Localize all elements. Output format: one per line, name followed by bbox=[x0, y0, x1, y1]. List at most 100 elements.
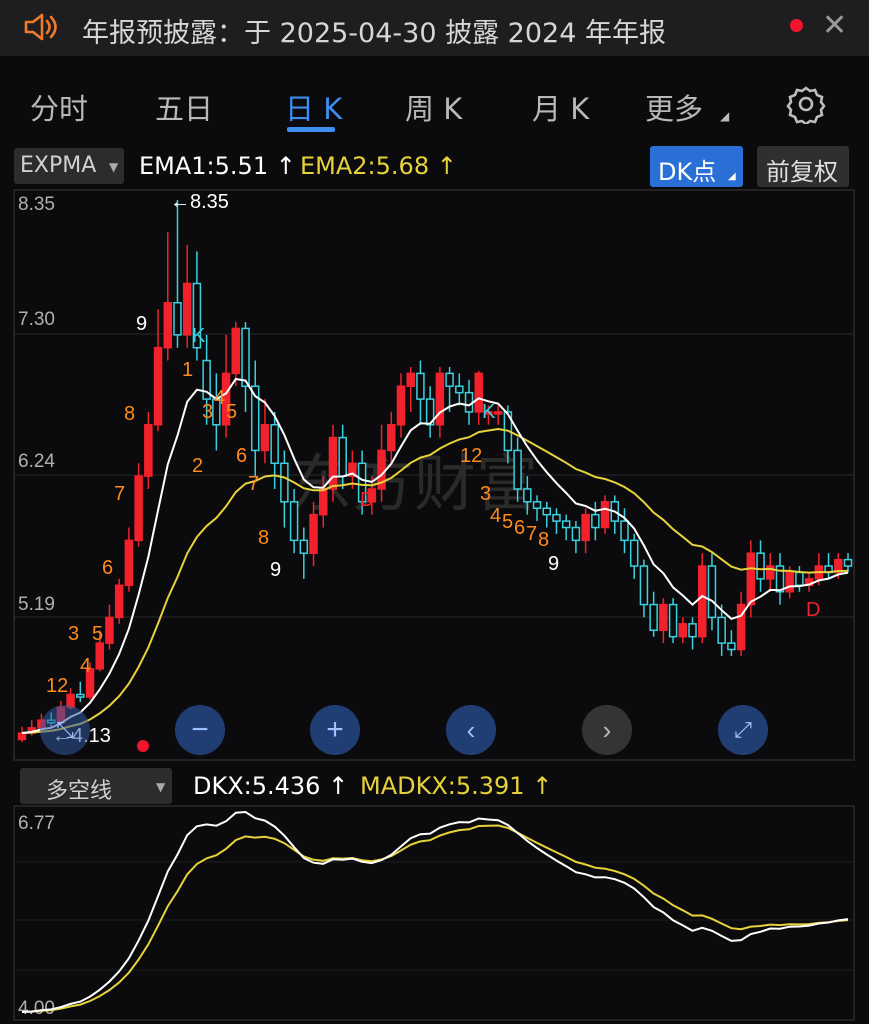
signal-marker: 4 bbox=[214, 387, 225, 409]
candle-body bbox=[338, 436, 347, 477]
candle-body bbox=[717, 616, 726, 644]
candle-body bbox=[445, 372, 454, 387]
candle-body bbox=[396, 385, 406, 426]
signal-marker: D bbox=[360, 489, 374, 511]
signal-marker: 8 bbox=[124, 403, 135, 425]
candle-body bbox=[629, 539, 639, 567]
y-tick-label: 8.35 bbox=[18, 194, 55, 215]
candle-body bbox=[105, 616, 114, 644]
chevron-left-icon: ‹ bbox=[466, 714, 476, 745]
signal-marker: 6 bbox=[102, 557, 113, 579]
candle-body bbox=[727, 642, 736, 651]
signal-marker: 12 bbox=[460, 445, 482, 467]
signal-marker: 2 bbox=[192, 455, 203, 477]
candle-body bbox=[416, 372, 425, 400]
signal-marker: D bbox=[806, 599, 820, 621]
candle-body bbox=[785, 571, 794, 593]
signal-marker: 7 bbox=[248, 473, 259, 495]
signal-marker: 7 bbox=[526, 523, 537, 545]
signal-marker: K bbox=[192, 325, 206, 347]
signal-marker: 5 bbox=[226, 401, 237, 423]
high-annotation: ←8.35 bbox=[170, 191, 229, 213]
signal-marker: 8 bbox=[538, 529, 549, 551]
candle-body bbox=[124, 539, 134, 587]
candle-body bbox=[688, 623, 697, 638]
collapse-button[interactable]: ⤡ bbox=[40, 705, 90, 755]
candle-body bbox=[561, 520, 571, 529]
candle-body bbox=[182, 282, 192, 336]
signal-marker: 9 bbox=[548, 553, 559, 575]
candle-body bbox=[163, 301, 173, 349]
sub-indicator-label: 多空线 bbox=[46, 779, 113, 804]
y-tick-label: 7.30 bbox=[18, 309, 55, 330]
candle-body bbox=[280, 462, 289, 503]
candle-body bbox=[639, 565, 649, 606]
candle-body bbox=[542, 507, 552, 516]
madkx-legend: MADKX:5.391 ↑ bbox=[360, 772, 553, 800]
candle-body bbox=[571, 526, 581, 542]
scroll-right-button[interactable]: › bbox=[582, 705, 632, 755]
signal-marker: 4 bbox=[80, 655, 91, 677]
candle-body bbox=[581, 513, 590, 542]
candle-body bbox=[697, 565, 707, 638]
candle-body bbox=[600, 501, 610, 529]
arrows-in-icon: ⤡ bbox=[56, 717, 74, 742]
current-dot bbox=[137, 740, 149, 752]
candle-body bbox=[114, 584, 124, 619]
candle-body bbox=[270, 424, 279, 465]
signal-marker: 4 bbox=[490, 505, 501, 527]
y-tick-label: 5.19 bbox=[18, 594, 55, 615]
candle-body bbox=[620, 520, 629, 542]
lower-y-tick: 6.77 bbox=[18, 813, 55, 834]
candle-body bbox=[591, 513, 600, 529]
candle-body bbox=[843, 558, 853, 567]
candle-body bbox=[746, 552, 756, 606]
scroll-left-button[interactable]: ‹ bbox=[446, 705, 496, 755]
candle-body bbox=[231, 327, 241, 375]
signal-marker: 5 bbox=[502, 511, 513, 533]
signal-marker: 6 bbox=[514, 517, 525, 539]
madkx-line bbox=[21, 824, 849, 1013]
candle-body bbox=[659, 603, 668, 632]
fullscreen-button[interactable]: ⤢ bbox=[718, 705, 768, 755]
candle-body bbox=[289, 501, 299, 542]
signal-marker: 9 bbox=[270, 559, 281, 581]
signal-marker: 3 bbox=[68, 623, 79, 645]
kline-chart[interactable]: 东方财富 8.35 7.30 6.24 5.19 1234567891K2345… bbox=[0, 0, 869, 1024]
candle-body bbox=[455, 385, 464, 394]
candle-body bbox=[134, 475, 143, 542]
candle-body bbox=[649, 603, 658, 632]
candle-body bbox=[95, 642, 104, 670]
candle-body bbox=[532, 501, 542, 509]
signal-marker: 7 bbox=[114, 483, 125, 505]
y-tick-label: 6.24 bbox=[18, 451, 55, 472]
candle-body bbox=[309, 513, 318, 554]
candle-body bbox=[76, 693, 85, 698]
candle-body bbox=[173, 301, 182, 336]
candle-body bbox=[523, 488, 532, 503]
dkx-legend: DKX:5.436 ↑ bbox=[193, 772, 349, 800]
expand-icon: ⤢ bbox=[734, 717, 752, 742]
candle-body bbox=[552, 513, 561, 522]
candle-body bbox=[299, 539, 309, 554]
chevron-down-icon: ▼ bbox=[156, 780, 166, 794]
sub-indicator-dropdown[interactable]: 多空线 ▼ bbox=[20, 768, 172, 804]
signal-marker: 12 bbox=[46, 675, 68, 697]
candle-body bbox=[435, 372, 445, 426]
lower-y-tick: 4.00 bbox=[18, 998, 55, 1019]
candle-body bbox=[387, 424, 396, 452]
signal-marker: 6 bbox=[236, 445, 247, 467]
zoom-in-button[interactable]: + bbox=[310, 705, 360, 755]
candle-body bbox=[707, 565, 717, 619]
candle-body bbox=[756, 552, 765, 580]
candle-body bbox=[17, 732, 27, 741]
candle-body bbox=[493, 411, 503, 415]
candle-body bbox=[795, 571, 804, 587]
signal-marker: 5 bbox=[92, 623, 103, 645]
candle-body bbox=[328, 436, 338, 490]
zoom-out-button[interactable]: − bbox=[175, 705, 225, 755]
minus-icon: − bbox=[191, 713, 209, 746]
candle-body bbox=[513, 449, 522, 490]
signal-marker: 8 bbox=[258, 527, 269, 549]
candle-body bbox=[144, 424, 153, 477]
